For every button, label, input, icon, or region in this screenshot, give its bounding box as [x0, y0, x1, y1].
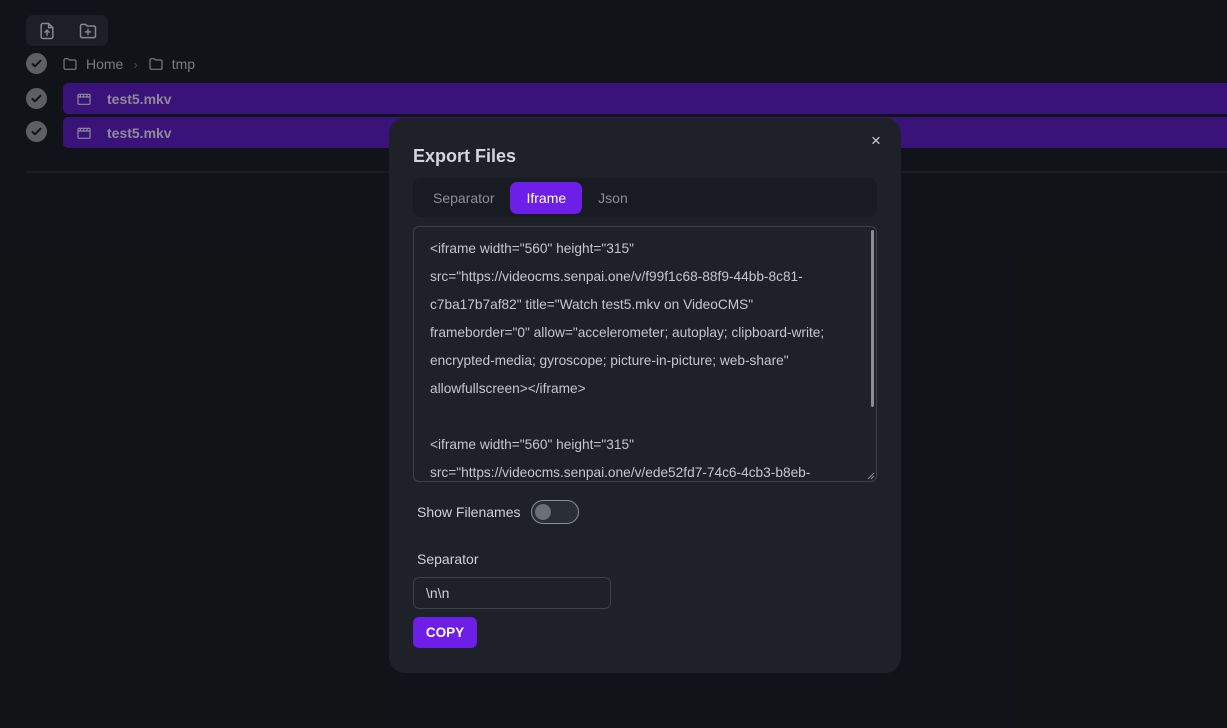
- show-filenames-toggle[interactable]: [530, 500, 579, 524]
- copy-button[interactable]: COPY: [413, 617, 477, 648]
- textarea-scrollbar[interactable]: [871, 230, 874, 407]
- resize-grip-icon[interactable]: [866, 471, 875, 480]
- tab-iframe[interactable]: Iframe: [510, 181, 583, 214]
- tab-json[interactable]: Json: [582, 182, 644, 214]
- dialog-title: Export Files: [413, 146, 517, 166]
- export-output-container: <iframe width="560" height="315" src="ht…: [413, 226, 877, 482]
- separator-input[interactable]: [413, 577, 611, 609]
- close-icon[interactable]: ×: [867, 132, 885, 150]
- show-filenames-row: Show Filenames: [417, 500, 579, 524]
- export-files-dialog: × Export Files Separator Iframe Json <if…: [389, 118, 901, 673]
- tab-separator[interactable]: Separator: [417, 182, 510, 214]
- export-format-tabs: Separator Iframe Json: [413, 178, 877, 217]
- export-output-textarea[interactable]: <iframe width="560" height="315" src="ht…: [414, 227, 876, 481]
- toggle-knob: [534, 504, 551, 520]
- separator-label: Separator: [417, 551, 479, 567]
- show-filenames-label: Show Filenames: [417, 504, 521, 520]
